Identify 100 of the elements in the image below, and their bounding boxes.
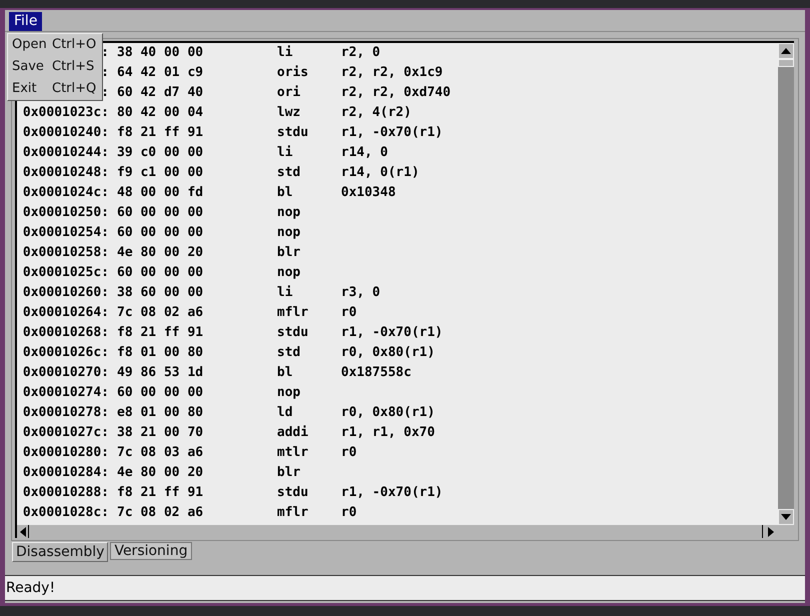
operands-cell-text: r0: [341, 444, 357, 462]
down-arrow-icon: [781, 512, 791, 522]
address-cell-text: :: [101, 64, 109, 82]
operands-cell-text: r1, -0x70(r1): [341, 484, 443, 502]
address-cell-text: 0x00010284:: [22, 464, 109, 482]
mnemonic-cell-text: blr: [277, 244, 302, 262]
address-cell-text: 0x0001027c:: [22, 424, 109, 442]
operands-cell-text: 0x10348: [341, 184, 396, 202]
operands-cell-text: r1, r1, 0x70: [341, 424, 435, 442]
operands-cell-text: r14, 0(r1): [341, 164, 420, 182]
mnemonic-cell-text: li: [277, 284, 294, 302]
mnemonic-cell-text: stdu: [277, 124, 310, 142]
address-cell-text: 0x0001028c:: [22, 504, 109, 522]
address-cell-text: 0x00010280:: [22, 444, 109, 462]
bytes-cell-text: 39 c0 00 00: [117, 144, 204, 162]
mnemonic-cell-text: lwz: [277, 104, 302, 122]
menu-item[interactable]: File: [9, 12, 42, 31]
address-cell-text: 0x0001025c:: [22, 264, 109, 282]
address-cell-text: 0x00010250:: [22, 204, 109, 222]
mnemonic-cell-text: blr: [277, 464, 302, 482]
menu-entry[interactable]: Open Ctrl+O: [8, 34, 102, 56]
operands-cell-text: r0, 0x80(r1): [341, 344, 435, 362]
bytes-cell-text: 60 00 00 00: [117, 264, 204, 282]
mnemonic-cell-text: stdu: [277, 484, 310, 502]
bytes-cell-text: 64 42 01 c9: [117, 64, 204, 82]
mnemonic-cell-text: ori: [277, 84, 302, 102]
bytes-cell-text: 60 00 00 00: [117, 224, 204, 242]
bytes-cell-text: f8 21 ff 91: [117, 124, 204, 142]
operands-cell-text: r1, -0x70(r1): [341, 124, 443, 142]
operands-cell-text: r3, 0: [341, 284, 380, 302]
address-cell-text: 0x00010278:: [22, 404, 109, 422]
mnemonic-cell-text: bl: [277, 364, 294, 382]
bytes-cell-text: f9 c1 00 00: [117, 164, 204, 182]
address-cell-text: 0x00010268:: [22, 324, 109, 342]
operands-cell-text: r2, 0: [341, 44, 380, 62]
mnemonic-cell-text: std: [277, 344, 302, 362]
mnemonic-cell-text: bl: [277, 184, 294, 202]
operands-cell-text: r0: [341, 504, 357, 522]
address-cell-text: 0x0001023c:: [22, 104, 109, 122]
mnemonic-cell-text: li: [277, 144, 294, 162]
bytes-cell-text: f8 21 ff 91: [117, 484, 204, 502]
mnemonic-cell-text: ld: [277, 404, 294, 422]
address-cell-text: 0x00010258:: [22, 244, 109, 262]
bytes-cell-text: 60 00 00 00: [117, 384, 204, 402]
vertical-scrollbar[interactable]: [778, 43, 794, 525]
up-arrow-icon: [781, 46, 791, 56]
bytes-cell-text: 38 40 00 00: [117, 44, 204, 62]
operands-cell-text: r1, -0x70(r1): [341, 324, 443, 342]
bytes-cell-text: 80 42 00 04: [117, 104, 204, 122]
bytes-cell-text: 38 21 00 70: [117, 424, 204, 442]
bytes-cell-text: f8 01 00 80: [117, 344, 204, 362]
mnemonic-cell-text: stdu: [277, 324, 310, 342]
address-cell-text: 0x00010274:: [22, 384, 109, 402]
mnemonic-cell-text: mflr: [277, 504, 310, 522]
bytes-cell-text: 60 00 00 00: [117, 204, 204, 222]
operands-cell-text: r2, r2, 0x1c9: [341, 64, 443, 82]
mnemonic-cell-text: nop: [277, 384, 302, 402]
bytes-cell-text: 4e 80 00 20: [117, 464, 204, 482]
bytes-cell-text: 38 60 00 00: [117, 284, 204, 302]
mnemonic-cell-text: nop: [277, 264, 302, 282]
mnemonic-cell-text: std: [277, 164, 302, 182]
scroll-down-button[interactable]: [778, 509, 794, 525]
address-cell-text: 0x00010264:: [22, 304, 109, 322]
bytes-cell-text: 7c 08 02 a6: [117, 304, 204, 322]
mnemonic-cell-text: nop: [277, 204, 302, 222]
bytes-cell-text: f8 21 ff 91: [117, 324, 204, 342]
scroll-thumb[interactable]: [778, 59, 794, 67]
address-cell-text: 0x00010288:: [22, 484, 109, 502]
bytes-cell-text: 49 86 53 1d: [117, 364, 204, 382]
operands-cell-text: r0: [341, 304, 357, 322]
address-cell-text: 0x00010260:: [22, 284, 109, 302]
menu-entry[interactable]: Save Ctrl+S: [8, 56, 102, 78]
bytes-cell-text: 7c 08 02 a6: [117, 504, 204, 522]
status-text: Ready!: [6, 578, 56, 598]
tab[interactable]: Versioning: [110, 542, 192, 560]
mnemonic-cell-text: mflr: [277, 304, 310, 322]
address-cell-text: 0x00010244:: [22, 144, 109, 162]
address-cell-text: :: [101, 84, 109, 102]
left-arrow-icon: [18, 526, 28, 536]
bytes-cell-text: 48 00 00 fd: [117, 184, 204, 202]
scroll-up-button[interactable]: [778, 43, 794, 59]
operands-cell-text: r0, 0x80(r1): [341, 404, 435, 422]
bytes-cell-text: 7c 08 03 a6: [117, 444, 204, 462]
address-cell-text: 0x00010240:: [22, 124, 109, 142]
tab[interactable]: Disassembly: [12, 542, 108, 562]
mnemonic-cell-text: mtlr: [277, 444, 310, 462]
mnemonic-cell-text: li: [277, 44, 294, 62]
operands-cell-text: r14, 0: [341, 144, 388, 162]
operands-cell-text: 0x187558c: [341, 364, 412, 382]
address-cell-text: 0x0001026c:: [22, 344, 109, 362]
right-arrow-icon: [766, 526, 776, 536]
bytes-cell-text: 4e 80 00 20: [117, 244, 204, 262]
address-cell-text: 0x00010270:: [22, 364, 109, 382]
mnemonic-cell-text: nop: [277, 224, 302, 242]
bytes-cell-text: 60 42 d7 40: [117, 84, 204, 102]
address-cell-text: 0x00010254:: [22, 224, 109, 242]
operands-cell-text: r2, r2, 0xd740: [341, 84, 451, 102]
operands-cell-text: r2, 4(r2): [341, 104, 412, 122]
menu-entry[interactable]: Exit Ctrl+Q: [8, 78, 102, 100]
mnemonic-cell-text: oris: [277, 64, 310, 82]
